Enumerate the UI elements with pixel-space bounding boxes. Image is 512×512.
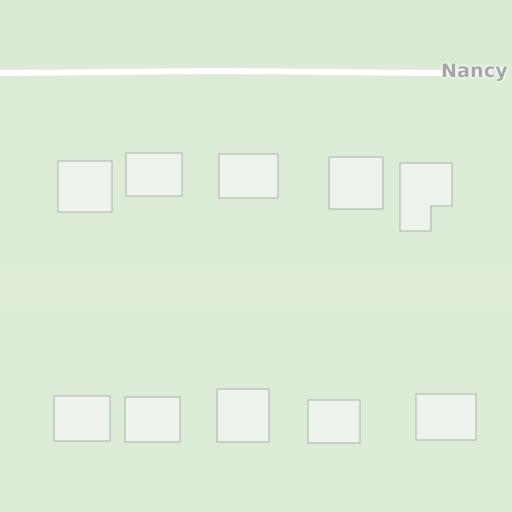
building bbox=[125, 152, 183, 197]
building bbox=[328, 156, 384, 210]
building bbox=[307, 399, 361, 444]
map-view[interactable]: Nancy bbox=[0, 0, 512, 512]
land-shade-band bbox=[0, 0, 512, 62]
street-label-nancy[interactable]: Nancy bbox=[441, 60, 508, 82]
land-light-band bbox=[0, 270, 512, 310]
building bbox=[124, 396, 181, 443]
building bbox=[218, 153, 279, 199]
map-canvas[interactable] bbox=[0, 0, 512, 512]
building bbox=[216, 388, 270, 443]
building bbox=[53, 395, 111, 442]
building bbox=[57, 160, 113, 213]
street-road[interactable] bbox=[0, 67, 443, 76]
building bbox=[415, 393, 477, 441]
